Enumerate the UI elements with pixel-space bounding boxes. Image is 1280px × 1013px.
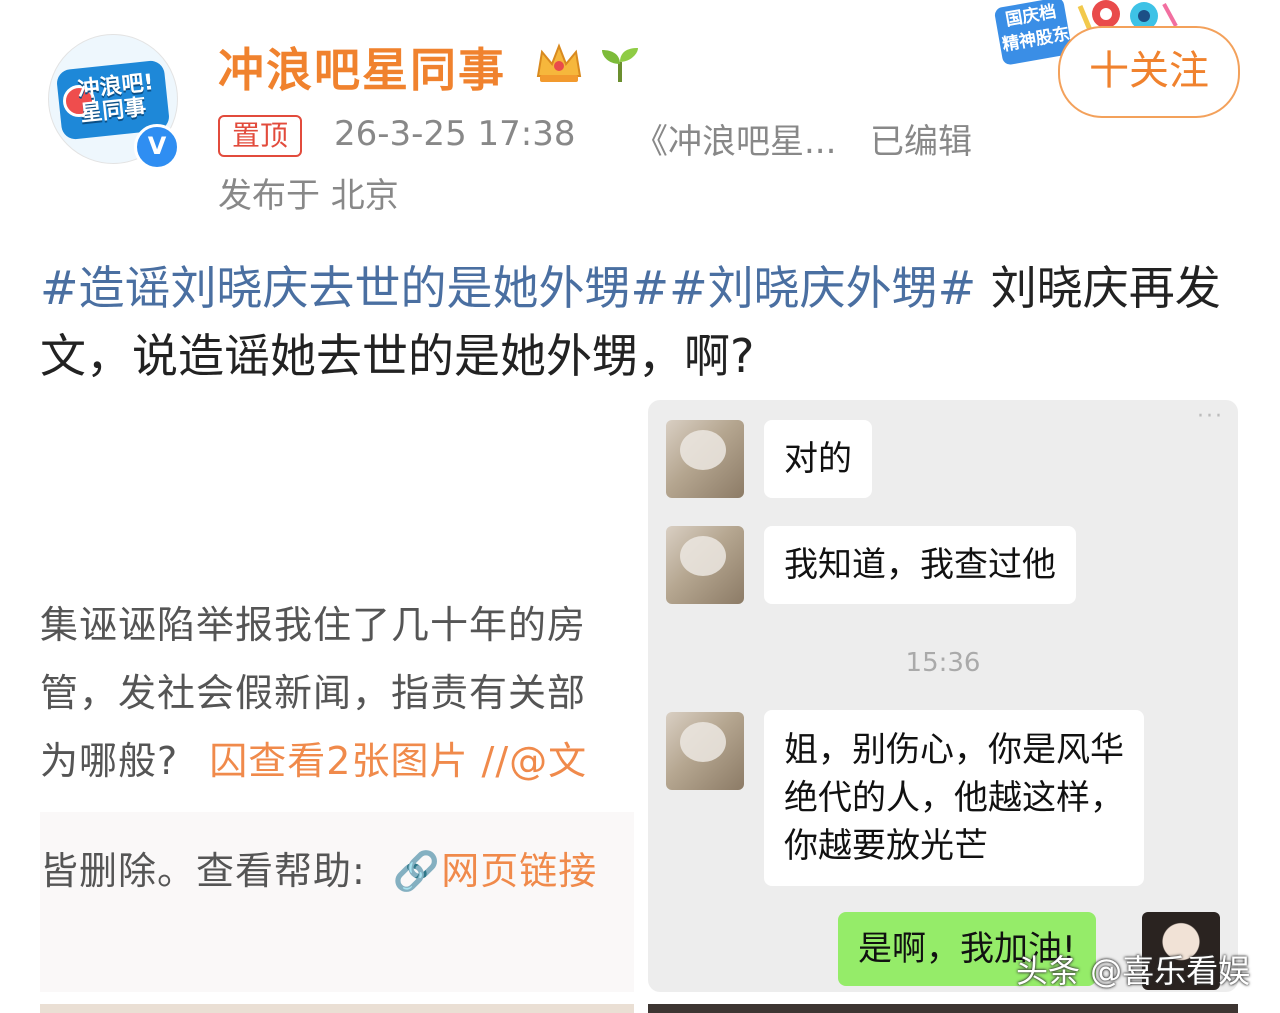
post-source[interactable]: 《冲浪吧星... [634, 114, 836, 163]
next-image-right [648, 1004, 1238, 1013]
chat-bubble: 姐，别伤心，你是风华 绝代的人，他越这样， 你越要放光芒 [764, 710, 1144, 886]
post-location: 发布于 北京 [218, 176, 399, 216]
sprout-icon [602, 48, 638, 82]
hashtag-link[interactable]: #刘晓庆外甥# [669, 261, 976, 315]
hashtag-link[interactable]: #造谣刘晓庆去世的是她外甥# [40, 261, 669, 315]
chat-avatar [666, 420, 744, 498]
image-text: 皆删除。查看帮助: [40, 849, 366, 893]
follow-button[interactable]: 十关注 [1058, 26, 1240, 118]
chat-bubble: 我知道，我查过他 [764, 526, 1076, 604]
chat-time: 15:36 [905, 648, 981, 678]
chat-avatar [666, 712, 744, 790]
view-images-link: 囚查看2张图片 //@文 [209, 739, 588, 783]
image-text: 为哪般? [40, 739, 179, 783]
post-body: #造谣刘晓庆去世的是她外甥##刘晓庆外甥# 刘晓庆再发文，说造谣她去世的是她外甥… [40, 254, 1240, 390]
image-band [40, 812, 634, 992]
more-dots-icon: ··· [1197, 404, 1224, 429]
account-username[interactable]: 冲浪吧星同事 [218, 34, 506, 100]
image-text-line: 皆删除。查看帮助: 🔗网页链接 [40, 840, 597, 895]
pinned-badge: 置顶 [218, 115, 303, 157]
chat-bubble: 对的 [764, 420, 872, 498]
image-text-line: 集诬诬陷举报我住了几十年的房 [40, 603, 587, 647]
image-text-line: 管，发社会假新闻，指责有关部 [40, 671, 587, 715]
watermark: 头条 @喜乐看娱 [1016, 952, 1251, 990]
web-link: 🔗网页链接 [392, 849, 598, 893]
verified-icon: V [134, 124, 180, 170]
edited-label[interactable]: 已编辑 [870, 114, 972, 163]
avatar-logo-text: 冲浪吧! 星同事 [76, 70, 155, 127]
post-image-left[interactable]: 集诬诬陷举报我住了几十年的房 管，发社会假新闻，指责有关部 为哪般? 囚查看2张… [40, 402, 634, 992]
chat-avatar [666, 526, 744, 604]
crown-icon [536, 43, 582, 82]
post-timestamp: 26-3-25 17:38 [334, 114, 576, 154]
next-image-left [40, 1004, 634, 1013]
image-text-line: 为哪般? 囚查看2张图片 //@文 [40, 730, 587, 785]
post-image-chat[interactable]: ··· 对的 我知道，我查过他 15:36 姐，别伤心，你是风华 绝代的人，他越… [648, 400, 1238, 992]
